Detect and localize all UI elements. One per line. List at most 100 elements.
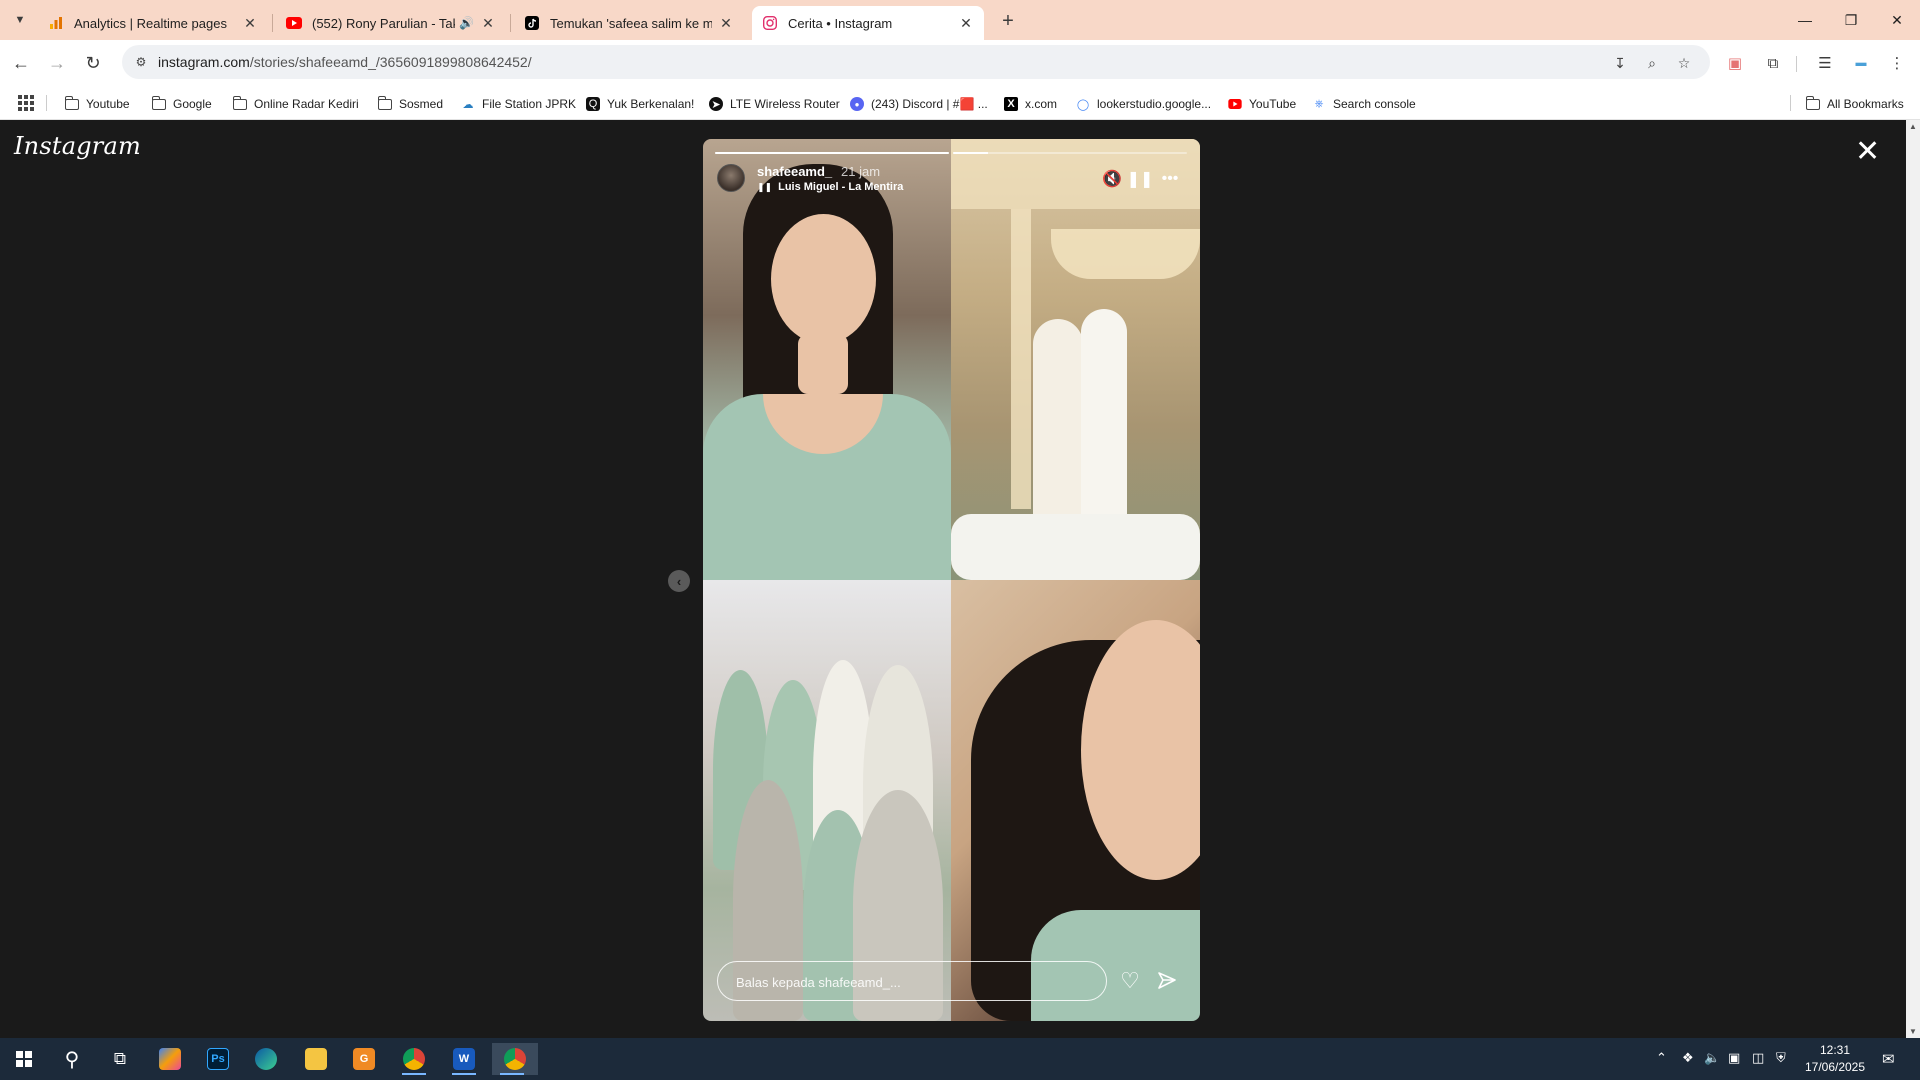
menu-icon[interactable]: ⋮ bbox=[1886, 52, 1908, 74]
tab-tiktok[interactable]: Temukan 'safeea salim ke maia ✕ bbox=[514, 6, 744, 40]
folder-icon bbox=[377, 95, 392, 111]
avatar[interactable] bbox=[717, 164, 745, 192]
bookmark-youtube[interactable]: YouTube bbox=[1228, 94, 1296, 114]
address-bar[interactable]: ⚙ instagram.com/stories/shafeeamd_/36560… bbox=[122, 45, 1710, 79]
security-icon[interactable]: ⛨ bbox=[1776, 1050, 1786, 1066]
speaker-icon[interactable]: 🔊 bbox=[459, 16, 474, 30]
taskbar-edge[interactable] bbox=[246, 1043, 286, 1075]
instagram-logo[interactable]: Instagram bbox=[14, 132, 141, 160]
story-music[interactable]: ❚❚ Luis Miguel - La Mentira bbox=[757, 181, 903, 193]
taskbar-chrome-active[interactable] bbox=[492, 1043, 538, 1075]
bookmark-x[interactable]: Xx.com bbox=[1004, 94, 1057, 114]
bookmark-google-folder[interactable]: Google bbox=[151, 94, 212, 114]
bookmark-lte-router[interactable]: ➤ LTE Wireless Router bbox=[709, 94, 840, 114]
clock-date: 17/06/2025 bbox=[1804, 1060, 1866, 1074]
scroll-down-icon[interactable]: ▼ bbox=[1909, 1027, 1917, 1036]
bookmark-label: YouTube bbox=[1249, 97, 1297, 111]
start-button[interactable] bbox=[4, 1043, 44, 1075]
all-bookmarks-button[interactable]: All Bookmarks bbox=[1805, 94, 1904, 114]
analytics-icon bbox=[48, 15, 64, 31]
scroll-up-icon[interactable]: ▲ bbox=[1909, 122, 1917, 131]
bookmark-yuk-berkenalan[interactable]: Q Yuk Berkenalan! bbox=[586, 94, 694, 114]
restore-button[interactable]: ❐ bbox=[1828, 0, 1874, 40]
bookmark-radar-kediri-folder[interactable]: Online Radar Kediri bbox=[232, 94, 359, 114]
tab-youtube[interactable]: (552) Rony Parulian - Tak Ada 🔊 ✕ bbox=[276, 6, 506, 40]
puzzle-icon[interactable]: ⧉ bbox=[1762, 52, 1784, 74]
reply-input[interactable] bbox=[736, 972, 1086, 992]
volume-icon[interactable]: 🔈 bbox=[1704, 1050, 1720, 1066]
tray-chevron-up-icon[interactable]: ⌃ bbox=[1656, 1050, 1667, 1066]
zoom-icon[interactable]: ⌕ bbox=[1642, 53, 1662, 73]
close-icon[interactable]: ✕ bbox=[242, 15, 258, 32]
tab-divider bbox=[272, 14, 273, 32]
story-timestamp: 21 jam bbox=[841, 164, 881, 179]
url-host: instagram.com bbox=[158, 54, 250, 70]
bookmark-youtube-folder[interactable]: Youtube bbox=[64, 94, 130, 114]
chevron-down-icon: ▼ bbox=[14, 14, 26, 26]
bookmarks-divider bbox=[1790, 95, 1791, 111]
close-story-button[interactable]: ✕ bbox=[1855, 134, 1880, 169]
taskbar-file-explorer[interactable] bbox=[296, 1043, 336, 1075]
site-settings-icon[interactable]: ⚙ bbox=[132, 53, 150, 71]
media-icon[interactable]: ☰ bbox=[1814, 52, 1836, 74]
taskbar-clock[interactable]: 12:31 17/06/2025 bbox=[1790, 1042, 1880, 1076]
close-icon[interactable]: ✕ bbox=[480, 15, 496, 32]
like-button[interactable]: ♡ bbox=[1116, 967, 1144, 995]
more-icon: ••• bbox=[1161, 170, 1179, 187]
profile-icon[interactable]: ▬ bbox=[1850, 52, 1872, 74]
bookmark-sosmed-folder[interactable]: Sosmed bbox=[377, 94, 443, 114]
story-photo bbox=[703, 139, 951, 580]
extension-icon[interactable]: ▣ bbox=[1724, 52, 1746, 74]
close-icon[interactable]: ✕ bbox=[718, 15, 734, 32]
taskbar-word[interactable]: W bbox=[444, 1043, 484, 1075]
taskbar-chrome[interactable] bbox=[394, 1043, 434, 1075]
tab-search-button[interactable]: ▼ bbox=[8, 8, 32, 32]
install-icon[interactable]: ↧ bbox=[1610, 53, 1630, 73]
chrome-icon bbox=[403, 1048, 425, 1070]
taskbar-app-orange[interactable]: G bbox=[344, 1043, 384, 1075]
looker-icon: ◯ bbox=[1076, 98, 1090, 111]
bookmark-discord[interactable]: ● (243) Discord | #🟥 ... bbox=[850, 94, 988, 114]
previous-story-button[interactable]: ‹ bbox=[668, 570, 690, 592]
network-icon[interactable]: ▣ bbox=[1728, 1050, 1740, 1066]
search-icon: ⚲ bbox=[64, 1048, 80, 1071]
forward-button[interactable]: → bbox=[44, 50, 70, 76]
bookmark-lookerstudio[interactable]: ◯ lookerstudio.google... bbox=[1076, 94, 1211, 114]
notifications-icon[interactable]: ✉ bbox=[1882, 1050, 1895, 1068]
url-path: /stories/shafeeamd_/3656091899808642452/ bbox=[249, 54, 532, 70]
bookmark-label: LTE Wireless Router bbox=[730, 97, 840, 111]
more-options-button[interactable]: ••• bbox=[1159, 168, 1181, 190]
bluetooth-icon[interactable]: ❖ bbox=[1682, 1050, 1694, 1066]
task-view-icon: ⧉ bbox=[113, 1049, 127, 1068]
star-icon[interactable]: ☆ bbox=[1674, 53, 1694, 73]
bookmark-file-station[interactable]: ☁ File Station JPRK bbox=[461, 94, 577, 114]
battery-icon[interactable]: ◫ bbox=[1752, 1050, 1764, 1066]
bookmark-search-console[interactable]: ⎈ Search console bbox=[1312, 94, 1416, 114]
tab-instagram[interactable]: Cerita • Instagram ✕ bbox=[752, 6, 984, 40]
taskbar-photoshop[interactable]: Ps bbox=[198, 1043, 238, 1075]
page-scrollbar[interactable]: ▲ ▼ bbox=[1906, 120, 1920, 1038]
task-view-button[interactable]: ⧉ bbox=[100, 1043, 140, 1075]
close-icon[interactable]: ✕ bbox=[958, 15, 974, 32]
taskbar-search-button[interactable]: ⚲ bbox=[52, 1043, 92, 1075]
reload-button[interactable]: ↻ bbox=[80, 50, 106, 76]
url-text[interactable]: instagram.com/stories/shafeeamd_/3656091… bbox=[158, 54, 532, 70]
minimize-button[interactable]: — bbox=[1782, 0, 1828, 40]
cloud-icon: ☁ bbox=[462, 98, 474, 111]
story-username[interactable]: shafeeamd_ bbox=[757, 164, 832, 179]
back-button[interactable]: ← bbox=[8, 50, 34, 76]
taskbar-copilot[interactable] bbox=[150, 1043, 190, 1075]
mute-button[interactable]: 🔇 bbox=[1101, 168, 1123, 190]
story-frame[interactable]: shafeeamd_ 21 jam ❚❚ Luis Miguel - La Me… bbox=[703, 139, 1200, 1021]
apps-grid-icon[interactable] bbox=[18, 95, 34, 111]
window-close-button[interactable]: ✕ bbox=[1874, 0, 1920, 40]
tab-analytics[interactable]: Analytics | Realtime pages ✕ bbox=[38, 6, 268, 40]
share-button[interactable] bbox=[1153, 967, 1181, 995]
story-photo bbox=[703, 580, 951, 1021]
pause-button[interactable]: ❚❚ bbox=[1127, 168, 1154, 190]
folder-icon bbox=[1805, 95, 1820, 111]
reply-box[interactable] bbox=[717, 961, 1107, 1001]
bookmarks-bar: Youtube Google Online Radar Kediri Sosme… bbox=[0, 86, 1920, 120]
new-tab-button[interactable]: + bbox=[995, 8, 1021, 34]
bookmark-label: Yuk Berkenalan! bbox=[607, 97, 695, 111]
